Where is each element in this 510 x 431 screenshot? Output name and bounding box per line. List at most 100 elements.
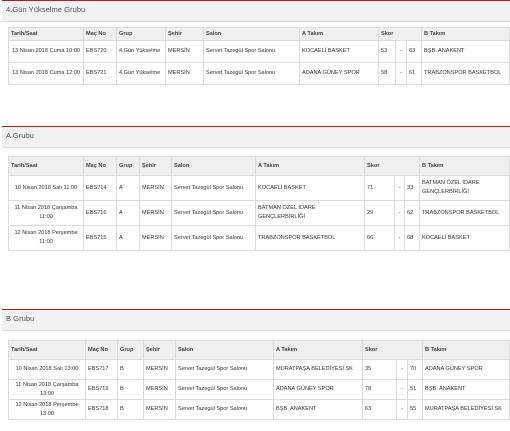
cell-score-a: 71 [364,175,395,201]
section-title: B Grubu [6,314,35,323]
column-header-team-b: B Takım [419,156,510,176]
cell-code: EBS714 [83,175,117,201]
cell-team-a: BŞB. ANAKENT [273,399,363,420]
cell-sep: - [395,40,407,63]
column-header-group: Grup [116,156,140,176]
cell-score-b: 63 [406,40,422,63]
cell-city: MERSİN [139,225,172,251]
cell-date: 12 Nisan 2018 Perşembe 11:00 [8,225,84,251]
cell-sep: - [394,175,405,201]
column-header-team-a: A Takım [255,156,365,176]
cell-date: 10 Nisan 2018 Salı 13:00 [8,359,86,380]
cell-venue: Servet Tazegül Spor Salonu [175,379,274,400]
cell-score-a: 58 [378,62,396,85]
column-header-city: Şehir [143,340,176,360]
cell-score-b: 62 [404,200,420,226]
fixtures-body: Tarih/Saat Maç No Grup Şehir Salon A Takım Sko… [8,156,510,251]
fixtures-body: Tarih/Saat Maç No Grup Şehir Salon A Takım Sko… [8,27,510,85]
cell-team-a: BATMAN ÖZEL İDARE GENÇLERBİRLİĞİ [255,200,365,226]
section-header: B Grubu [2,309,510,331]
table-row: 12 Nisan 2018 Perşembe 11:00 EBS715 A MERSİ… [8,225,510,251]
cell-sep: - [395,62,407,85]
cell-group: A [116,200,140,226]
table-header-row: Tarih/Saat Maç No Grup Şehir Salon A Takım Sko… [8,340,510,360]
cell-date: 12 Nisan 2018 Perşembe 13:00 [8,399,86,420]
table-row: 11 Nisan 2018 Çarşamba 13:00 EBS719 B MERSİ… [8,379,510,400]
cell-team-b: MURATPAŞA BELEDİYESİ SK [422,399,510,420]
cell-city: MERSİN [139,200,172,226]
cell-sep: - [396,399,408,420]
cell-date: 10 Nisan 2018 Salı 11:00 [8,175,84,201]
table-row: 10 Nisan 2018 Salı 13:00 EBS717 B MERSİN Ser… [8,359,510,380]
table-header-row: Tarih/Saat Maç No Grup Şehir Salon A Takım Sko… [8,156,510,176]
cell-team-a: KOCAELİ BASKET [299,40,379,63]
section-header: 4.Gün Yükselme Grubu [2,0,510,22]
cell-code: EBS720 [83,40,117,63]
section-b-group: B Grubu Tarih/Saat Maç No Grup Şehir Salon A … [2,305,510,431]
cell-city: MERSİN [139,175,172,201]
section-a-group: A Grubu Tarih/Saat Maç No Grup Şehir Salon A … [2,122,510,292]
cell-team-a: MURATPAŞA BELEDİYESİ SK [273,359,363,380]
cell-date: 13 Nisan 2018 Cuma 10:00 [8,40,84,63]
column-header-date: Tarih/Saat [8,340,86,360]
cell-date: 11 Nisan 2018 Çarşamba 11:00 [8,200,84,226]
column-header-venue: Salon [203,27,300,41]
cell-team-b: ADANA GÜNEY SPOR [422,359,510,380]
cell-score-a: 78 [362,379,397,400]
cell-score-b: 55 [407,399,423,420]
cell-code: EBS721 [83,62,117,85]
cell-group: B [117,359,144,380]
cell-team-b: BŞB. ANAKENT [422,379,510,400]
column-header-team-b: B Takım [421,27,510,41]
column-header-group: Grup [117,340,144,360]
cell-team-a: ADANA GÜNEY SPOR [299,62,379,85]
cell-venue: Servet Tazegül Spor Salonu [171,225,256,251]
cell-score-a: 66 [364,225,395,251]
cell-group: A [116,225,140,251]
cell-code: EBS716 [83,200,117,226]
cell-venue: Servet Tazegül Spor Salonu [203,40,300,63]
cell-city: MERSİN [165,62,204,85]
cell-score-b: 68 [404,225,420,251]
cell-group: 4.Gün Yükselme [116,62,166,85]
cell-city: MERSİN [143,359,176,380]
cell-venue: Servet Tazegül Spor Salonu [175,359,274,380]
column-header-code: Maç No [83,156,117,176]
cell-city: MERSİN [143,379,176,400]
table-row: 13 Nisan 2018 Cuma 10:00 EBS720 4.Gün Yüks… [8,40,510,63]
cell-score-b: 70 [407,359,423,380]
column-header-score: Skor [378,27,422,41]
cell-sep: - [396,359,408,380]
column-header-date: Tarih/Saat [8,156,84,176]
column-header-group: Grup [116,27,166,41]
cell-team-a: KOCAELİ BASKET [255,175,365,201]
column-header-venue: Salon [175,340,274,360]
column-header-team-a: A Takım [273,340,363,360]
fixtures-table: Tarih/Saat Maç No Grup Şehir Salon A Takım Sko… [8,156,510,251]
cell-team-b: KOCAELİ BASKET [419,225,510,251]
cell-score-a: 35 [362,359,397,380]
cell-code: EBS719 [85,379,118,400]
cell-score-b: 61 [406,62,422,85]
cell-group: B [117,379,144,400]
cell-score-a: 29 [364,200,395,226]
column-header-score: Skor [362,340,423,360]
cell-code: EBS717 [85,359,118,380]
cell-date: 11 Nisan 2018 Çarşamba 13:00 [8,379,86,400]
column-header-venue: Salon [171,156,256,176]
cell-code: EBS718 [85,399,118,420]
section-header: A Grubu [2,126,510,148]
column-header-team-a: A Takım [299,27,379,41]
cell-score-b: 33 [404,175,420,201]
section-yukselme-group: 4.Gün Yükselme Grubu Tarih/Saat Maç No Gru… [2,0,510,100]
table-row: 13 Nisan 2018 Cuma 12:00 EBS721 4.Gün Yüks… [8,62,510,85]
cell-sep: - [396,379,408,400]
cell-venue: Servet Tazegül Spor Salonu [171,175,256,201]
cell-sep: - [394,200,405,226]
table-header-row: Tarih/Saat Maç No Grup Şehir Salon A Takım Sko… [8,27,510,41]
fixtures-table: Tarih/Saat Maç No Grup Şehir Salon A Takım Sko… [8,27,510,85]
cell-city: MERSİN [165,40,204,63]
cell-city: MERSİN [143,399,176,420]
cell-team-b: TRABZONSPOR BASKETBOL [419,200,510,226]
column-header-date: Tarih/Saat [8,27,84,41]
